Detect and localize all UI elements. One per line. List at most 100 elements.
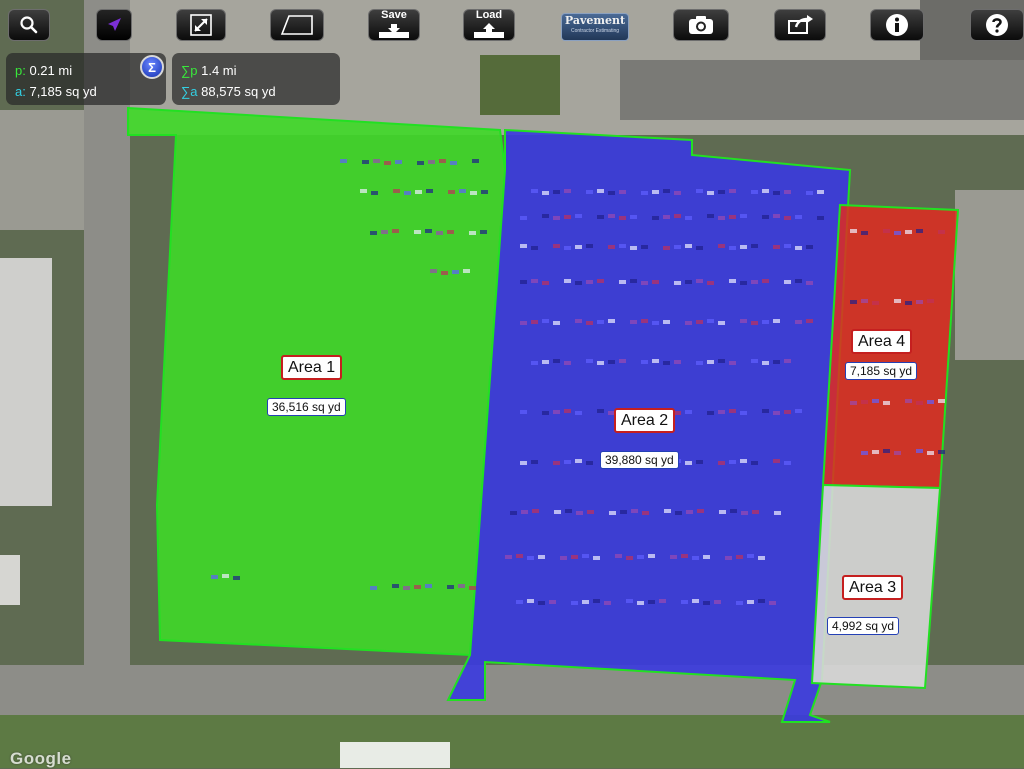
parked-car <box>542 411 549 415</box>
parked-car <box>718 410 725 414</box>
parked-car <box>527 556 534 560</box>
parked-car <box>470 191 477 195</box>
parked-car <box>741 511 748 515</box>
parked-car <box>718 190 725 194</box>
area-1-label[interactable]: Area 1 <box>281 355 343 380</box>
parked-car <box>641 360 648 364</box>
search-icon <box>20 16 38 34</box>
parked-car <box>758 556 765 560</box>
total-perimeter-label: ∑p <box>181 63 198 78</box>
pavement-logo[interactable]: Pavement Contractor Estimating <box>561 13 629 41</box>
parked-car <box>938 450 945 454</box>
parked-car <box>373 159 380 163</box>
parked-car <box>718 216 725 220</box>
small-building <box>0 555 20 605</box>
parked-car <box>784 190 791 194</box>
parked-car <box>642 511 649 515</box>
camera-button[interactable] <box>673 9 729 41</box>
parked-car <box>648 554 655 558</box>
parked-car <box>784 216 791 220</box>
parked-car <box>604 601 611 605</box>
parked-car <box>553 216 560 220</box>
parked-car <box>520 216 527 220</box>
parked-car <box>575 214 582 218</box>
parked-car <box>817 190 824 194</box>
google-attribution: Google <box>10 749 72 768</box>
parked-car <box>861 451 868 455</box>
parked-car <box>740 281 747 285</box>
total-area-value: 88,575 sq yd <box>201 84 276 99</box>
parked-car <box>447 585 454 589</box>
parked-car <box>510 511 517 515</box>
parked-car <box>392 584 399 588</box>
parked-car <box>692 556 699 560</box>
parked-car <box>648 600 655 604</box>
parked-car <box>532 509 539 513</box>
parked-car <box>586 244 593 248</box>
satellite-map[interactable] <box>0 0 1024 768</box>
area-2-label[interactable]: Area 2 <box>614 408 676 433</box>
parked-car <box>641 191 648 195</box>
parked-car <box>751 190 758 194</box>
parked-car <box>370 231 377 235</box>
parked-car <box>806 319 813 323</box>
share-button[interactable] <box>774 9 826 41</box>
parked-car <box>751 321 758 325</box>
help-icon <box>986 14 1008 36</box>
parked-car <box>458 584 465 588</box>
parked-car <box>795 246 802 250</box>
save-button[interactable]: Save <box>368 9 420 41</box>
parked-car <box>564 279 571 283</box>
total-perimeter-value: 1.4 mi <box>201 63 237 78</box>
grass-patch <box>480 55 560 115</box>
parked-car <box>586 280 593 284</box>
parked-car <box>472 159 479 163</box>
parked-car <box>481 190 488 194</box>
parked-car <box>751 461 758 465</box>
fullscreen-button[interactable] <box>176 9 226 41</box>
sum-toggle-button[interactable]: Σ <box>140 55 164 79</box>
area-4-label[interactable]: Area 4 <box>851 329 913 354</box>
parked-car <box>696 460 703 464</box>
sigma-icon: Σ <box>148 59 156 75</box>
parked-car <box>441 271 448 275</box>
parked-car <box>564 246 571 250</box>
info-button[interactable] <box>870 9 924 41</box>
parked-car <box>222 574 229 578</box>
info-icon <box>886 14 908 36</box>
south-grass <box>0 715 1024 768</box>
parked-car <box>564 409 571 413</box>
parked-car <box>542 191 549 195</box>
parked-car <box>593 556 600 560</box>
help-button[interactable] <box>970 9 1024 41</box>
parked-car <box>630 246 637 250</box>
parked-car <box>619 280 626 284</box>
parked-car <box>564 361 571 365</box>
load-button[interactable]: Load <box>463 9 515 41</box>
parked-car <box>905 301 912 305</box>
parked-car <box>718 359 725 363</box>
parked-car <box>938 399 945 403</box>
parked-car <box>861 231 868 235</box>
draw-area-button[interactable] <box>270 9 324 41</box>
parked-car <box>674 281 681 285</box>
expand-arrows-icon <box>190 14 212 36</box>
parked-car <box>425 584 432 588</box>
parked-car <box>597 409 604 413</box>
parked-car <box>696 189 703 193</box>
parked-car <box>571 601 578 605</box>
area-3-label[interactable]: Area 3 <box>842 575 904 600</box>
parked-car <box>674 360 681 364</box>
parked-car <box>696 361 703 365</box>
parked-car <box>718 244 725 248</box>
parked-car <box>894 451 901 455</box>
share-icon <box>788 15 813 34</box>
parked-car <box>729 246 736 250</box>
parked-car <box>883 449 890 453</box>
parked-car <box>762 189 769 193</box>
parked-car <box>597 279 604 283</box>
search-button[interactable] <box>8 9 50 41</box>
parked-car <box>685 216 692 220</box>
parked-car <box>927 451 934 455</box>
locate-button[interactable] <box>96 9 132 41</box>
